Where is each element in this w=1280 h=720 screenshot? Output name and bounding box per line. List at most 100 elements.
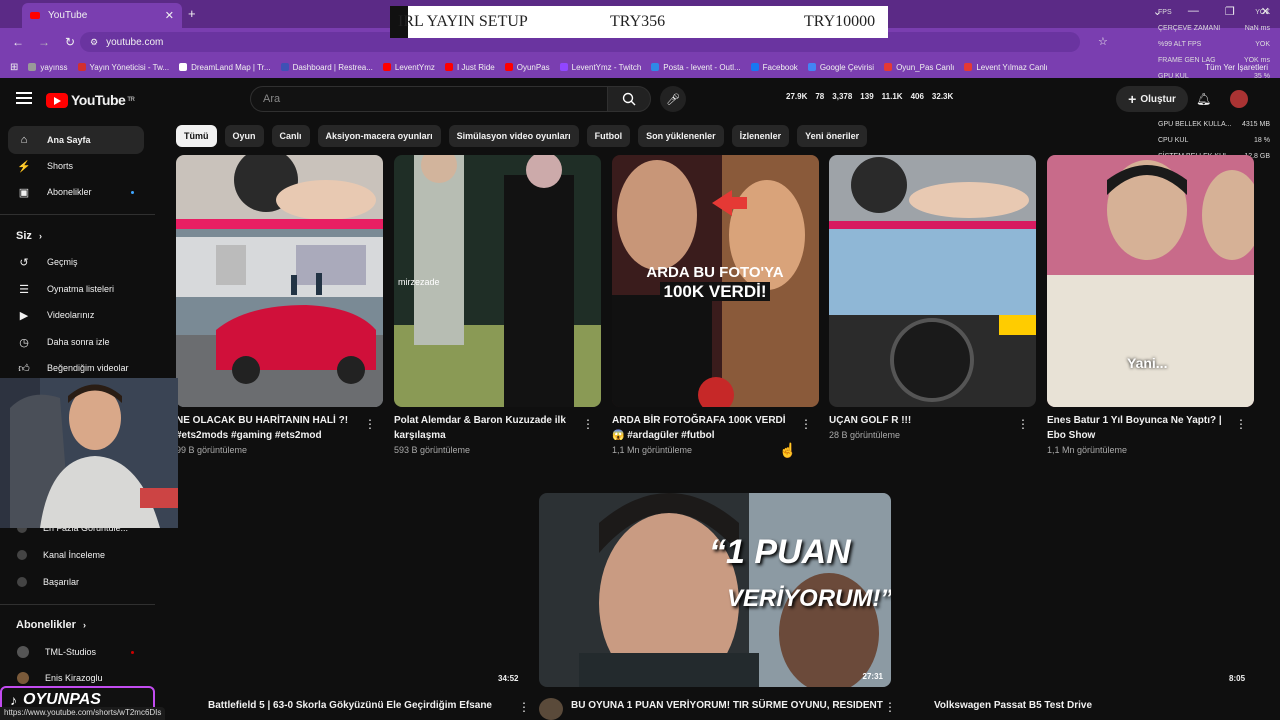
bookmark-item[interactable]: LeventYmz - Twitch — [559, 63, 641, 72]
bookmark-item[interactable]: DreamLand Map | Tr... — [179, 63, 271, 72]
chevron-right-icon: › — [38, 231, 42, 241]
search-input[interactable]: Ara — [250, 86, 608, 112]
chevron-right-icon: › — [82, 620, 86, 630]
playlist-thumb-icon — [17, 550, 27, 560]
video-thumbnail[interactable]: Yani... — [1047, 155, 1254, 407]
more-options-icon[interactable]: ⋮ — [1017, 417, 1029, 431]
more-options-icon[interactable]: ⋮ — [518, 700, 530, 714]
bookmark-item[interactable]: Levent Yılmaz Canlı — [964, 63, 1048, 72]
sidebar-sub-tml-studios[interactable]: TML-Studios — [8, 638, 144, 666]
site-info-icon[interactable]: ⚙ — [90, 37, 98, 48]
tab-title: YouTube — [48, 10, 88, 21]
thumbs-up-icon: 👍︎ — [18, 362, 30, 375]
video-title[interactable]: Polat Alemdar & Baron Kuzuzade ilk karşı… — [394, 413, 602, 443]
bookmark-item[interactable]: Yayın Yöneticisi - Tw... — [77, 63, 169, 72]
sidebar-item-history[interactable]: ↺ Geçmiş — [8, 248, 144, 276]
video-card[interactable]: Yani... Enes Batur 1 Yıl Boyunca Ne Yapt… — [1047, 155, 1255, 455]
video-thumbnail[interactable]: ARDA BU FOTO'YA 100K VERDİ! — [612, 155, 819, 407]
apps-icon[interactable]: ⊞ — [10, 62, 18, 73]
video-title[interactable]: Battlefield 5 | 63-0 Skorla Gökyüzünü El… — [208, 700, 492, 711]
bookmark-item[interactable]: Dashboard | Restrea... — [280, 62, 373, 72]
bookmark-favicon-icon — [444, 63, 453, 71]
more-options-icon[interactable]: ⋮ — [1235, 417, 1247, 431]
filter-chip[interactable]: Aksiyon-macera oyunları — [317, 125, 441, 147]
sidebar-item-shorts[interactable]: ⚡ Shorts — [8, 152, 144, 180]
video-thumbnail-large[interactable]: “1 PUAN VERİYORUM!” 27:31 — [539, 493, 891, 687]
sidebar-item-playlist-achievements[interactable]: Başarılar — [8, 568, 144, 596]
perf-value: NaN ms — [1244, 25, 1270, 32]
bookmark-item[interactable]: OyunPas — [504, 63, 550, 72]
you-header-label: Siz — [16, 230, 32, 242]
bookmark-favicon-icon — [964, 63, 973, 71]
filter-chip[interactable]: Canlı — [271, 125, 310, 147]
subscriptions-icon: ▣ — [18, 186, 30, 199]
bookmark-item[interactable]: yayınss — [28, 63, 68, 72]
bookmark-favicon-icon — [382, 63, 391, 71]
filter-chips: Tümü Oyun Canlı Aksiyon-macera oyunları Simü… — [176, 125, 868, 147]
voice-search-button[interactable]: 🎤︎ — [660, 86, 686, 112]
sidebar-item-subscriptions[interactable]: ▣ Abonelikler — [8, 178, 144, 206]
filter-chip[interactable]: Yeni öneriler — [797, 125, 868, 147]
tab-youtube[interactable]: YouTube ✕ — [22, 3, 182, 28]
filter-chip[interactable]: Futbol — [586, 125, 631, 147]
video-title[interactable]: BU OYUNA 1 PUAN VERİYORUM! TIR SÜRME OYU… — [571, 700, 883, 711]
filter-chip[interactable]: İzlenenler — [731, 125, 790, 147]
video-title[interactable]: NE OLACAK BU HARİTANIN HALİ ?! #ets2mods… — [176, 413, 384, 443]
search-icon — [622, 92, 636, 106]
perf-label: ÇERÇEVE ZAMANI — [1158, 25, 1221, 32]
back-icon[interactable]: ← — [10, 35, 26, 49]
create-button[interactable]: + Oluştur — [1116, 86, 1188, 112]
perf-label: FRAME GEN LAG — [1158, 57, 1216, 64]
bookmark-item[interactable]: Google Çevirisi — [807, 63, 874, 72]
video-title[interactable]: Enes Batur 1 Yıl Boyunca Ne Yaptı? | Ebo… — [1047, 413, 1255, 443]
sidebar-item-label: TML-Studios — [45, 647, 97, 657]
reload-icon[interactable]: ↻ — [62, 35, 78, 49]
bookmark-item[interactable]: Oyun_Pas Canlı — [884, 63, 954, 72]
search-button[interactable] — [607, 86, 651, 112]
filter-chip[interactable]: Oyun — [224, 125, 264, 147]
filter-chip[interactable]: Son yüklenenler — [638, 125, 724, 147]
video-thumbnail[interactable] — [176, 155, 383, 407]
sidebar-item-your-videos[interactable]: ▶ Videolarınız — [8, 301, 144, 329]
video-title[interactable]: UÇAN GOLF R !!! — [829, 413, 1037, 428]
sidebar-item-playlists[interactable]: ☰ Oynatma listeleri — [8, 275, 144, 303]
bookmark-item[interactable]: Facebook — [750, 62, 798, 72]
sidebar-item-home[interactable]: ⌂ Ana Sayfa — [8, 126, 144, 154]
filter-chip[interactable]: Tümü — [176, 125, 217, 147]
bookmark-label: Dashboard | Restrea... — [292, 62, 373, 72]
video-card[interactable]: UÇAN GOLF R !!! 28 B görüntüleme ⋮ — [829, 155, 1037, 440]
video-card[interactable]: mirzezade Polat Alemdar & Baron Kuzuzade… — [394, 155, 602, 455]
more-options-icon[interactable]: ⋮ — [884, 700, 896, 714]
bookmark-item[interactable]: Posta - levent - Outl... — [651, 63, 741, 72]
video-card[interactable]: NE OLACAK BU HARİTANIN HALİ ?! #ets2mods… — [176, 155, 384, 455]
channel-avatar[interactable] — [539, 698, 563, 720]
youtube-logo[interactable]: YouTube TR — [46, 92, 135, 108]
bookmark-star-icon[interactable]: ☆ — [1098, 35, 1108, 48]
avatar[interactable] — [1230, 90, 1248, 108]
you-section-header[interactable]: Siz › — [16, 230, 42, 242]
bookmark-favicon-icon — [280, 63, 289, 71]
menu-icon[interactable] — [16, 92, 32, 104]
forward-icon[interactable]: → — [36, 35, 52, 49]
close-tab-icon[interactable]: ✕ — [165, 9, 174, 22]
more-options-icon[interactable]: ⋮ — [800, 417, 812, 431]
sidebar-item-watch-later[interactable]: ◷ Daha sonra izle — [8, 328, 144, 356]
bookmark-item[interactable]: LeventYmz — [382, 63, 435, 72]
more-options-icon[interactable]: ⋮ — [364, 417, 376, 431]
bookmark-item[interactable]: I Just Ride — [444, 63, 495, 72]
bookmark-favicon-icon — [77, 63, 86, 71]
filter-chip[interactable]: Simülasyon video oyunları — [448, 125, 579, 147]
new-tab-icon[interactable]: + — [188, 6, 196, 21]
sidebar-item-playlist-channel-review[interactable]: Kanal İnceleme — [8, 541, 144, 569]
notifications-bell-icon[interactable]: 🔔︎ — [1196, 92, 1211, 106]
video-card[interactable]: ARDA BU FOTO'YA 100K VERDİ! ARDA BİR FOT… — [612, 155, 820, 455]
subscriptions-section-header[interactable]: Abonelikler › — [16, 619, 86, 631]
video-title[interactable]: ARDA BİR FOTOĞRAFA 100K VERDİ 😱 #ardagül… — [612, 413, 820, 443]
bookmark-label: Facebook — [762, 62, 798, 72]
sidebar-item-label: Geçmiş — [47, 257, 78, 267]
more-options-icon[interactable]: ⋮ — [582, 417, 594, 431]
video-title[interactable]: Volkswagen Passat B5 Test Drive — [934, 700, 1092, 711]
video-thumbnail[interactable] — [829, 155, 1036, 407]
logo-text: YouTube — [71, 92, 126, 108]
video-thumbnail[interactable]: mirzezade — [394, 155, 601, 407]
